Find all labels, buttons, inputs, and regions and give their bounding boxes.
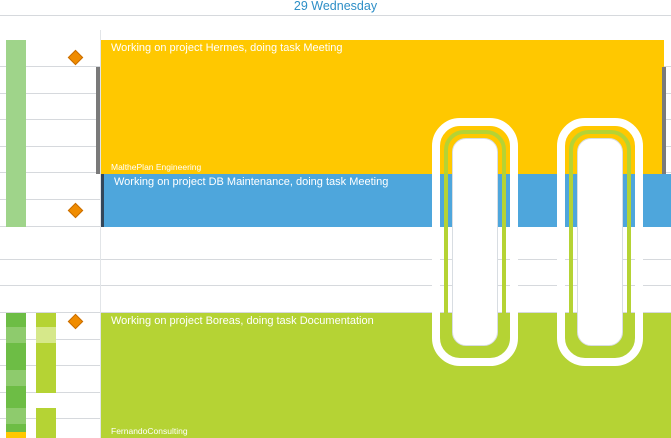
paperclip-drag-handle-icon[interactable] — [557, 118, 643, 366]
paperclip-drag-handle-icon[interactable] — [432, 118, 518, 366]
availability-stripe — [6, 40, 26, 227]
appointment-resize-handle[interactable] — [96, 67, 100, 174]
paperclip-inner-ring — [444, 130, 506, 354]
appointment-company: MalthePlan Engineering — [111, 162, 202, 172]
availability-stripe-segment — [6, 370, 26, 386]
diamond-marker-icon[interactable] — [67, 49, 84, 66]
appointment-company: FernandoConsulting — [111, 426, 188, 436]
calendar-day-view: 29 Wednesday Working on project Hermes, … — [0, 0, 671, 438]
project-stripe — [36, 313, 56, 393]
day-header[interactable]: 29 Wednesday — [0, 0, 671, 16]
appointment-title: Working on project DB Maintenance, doing… — [114, 176, 389, 188]
availability-stripe-segment — [6, 432, 26, 438]
paperclip-core — [577, 138, 623, 346]
appointment-title: Working on project Boreas, doing task Do… — [111, 315, 374, 327]
project-stripe — [36, 408, 56, 438]
appointment-resize-handle[interactable] — [662, 67, 666, 174]
paperclip-inner-ring — [569, 130, 631, 354]
project-stripe-segment — [36, 327, 56, 343]
day-header-underline — [0, 15, 671, 16]
appointment-title: Working on project Hermes, doing task Me… — [111, 42, 343, 54]
availability-stripe-segment — [6, 327, 26, 343]
availability-stripe-segment — [6, 408, 26, 424]
diamond-marker-icon[interactable] — [67, 313, 84, 330]
paperclip-core — [452, 138, 498, 346]
diamond-marker-icon[interactable] — [67, 202, 84, 219]
